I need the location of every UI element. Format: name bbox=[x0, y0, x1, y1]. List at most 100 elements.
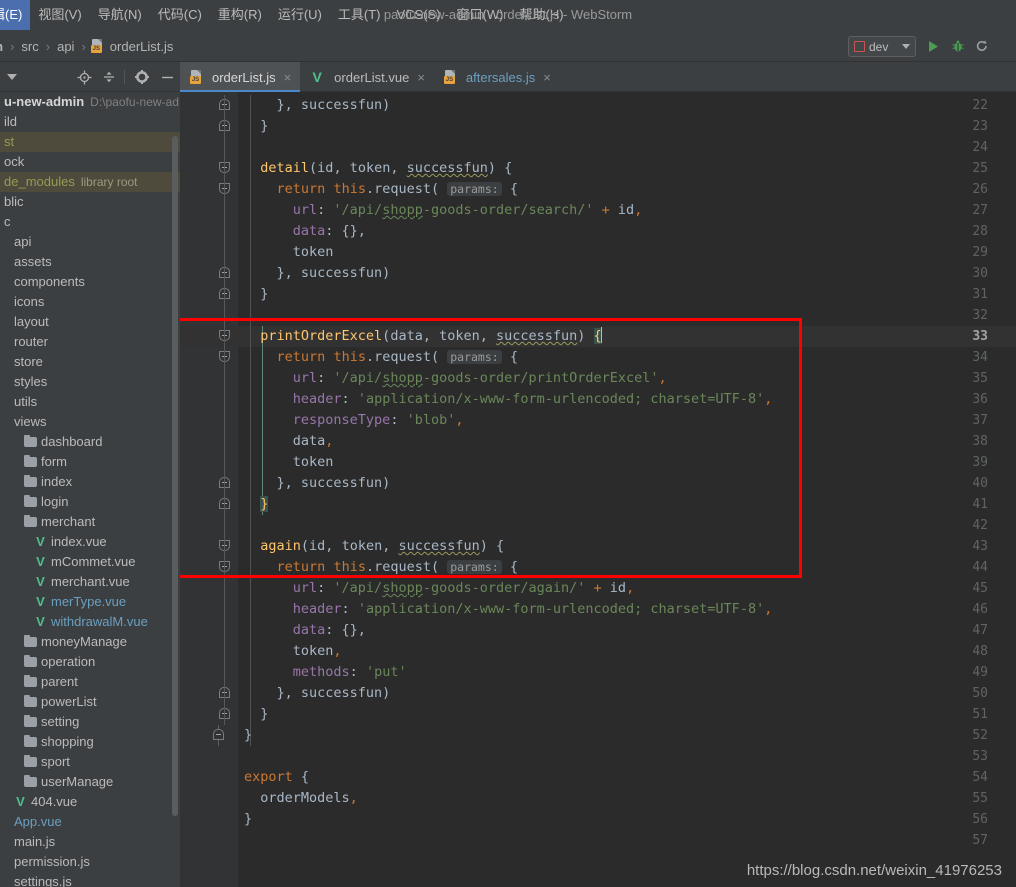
tree-item[interactable]: V 404.vue bbox=[0, 792, 180, 812]
code-line[interactable]: } bbox=[260, 494, 269, 515]
code-line[interactable]: } bbox=[244, 725, 252, 746]
tree-item[interactable]: moneyManage bbox=[0, 632, 180, 652]
code-line[interactable]: return this.request( params: { bbox=[277, 557, 518, 578]
code-line[interactable]: } bbox=[244, 809, 252, 830]
code-line[interactable]: data: {}, bbox=[293, 221, 366, 242]
tree-item[interactable]: api bbox=[0, 232, 180, 252]
code-line[interactable]: } bbox=[260, 704, 268, 725]
code-line[interactable]: } bbox=[260, 284, 268, 305]
editor-tab-orderList-js[interactable]: JS orderList.js × bbox=[180, 62, 301, 92]
tree-item[interactable]: router bbox=[0, 332, 180, 352]
code-line[interactable]: header: 'application/x-www-form-urlencod… bbox=[293, 599, 773, 620]
tree-item[interactable]: icons bbox=[0, 292, 180, 312]
code-line[interactable]: methods: 'put' bbox=[293, 662, 407, 683]
close-icon[interactable]: × bbox=[543, 71, 551, 84]
tree-item[interactable]: ild bbox=[0, 112, 180, 132]
code-fold-toggle[interactable] bbox=[218, 347, 232, 368]
tree-item[interactable]: merchant bbox=[0, 512, 180, 532]
tree-item[interactable]: permission.js bbox=[0, 852, 180, 872]
menu-item-1[interactable]: 视图(V) bbox=[30, 0, 89, 30]
code-fold-toggle[interactable] bbox=[218, 536, 232, 557]
code-line[interactable]: } bbox=[260, 116, 268, 137]
code-editor[interactable]: 22}, successfun) 23} 24 25 detail(id, token,… bbox=[180, 92, 1016, 887]
project-tree[interactable]: u-new-admin D:\paofu-new-ad ild st ock de_mod… bbox=[0, 92, 180, 887]
tree-item[interactable]: layout bbox=[0, 312, 180, 332]
run-configuration-selector[interactable]: dev bbox=[848, 36, 916, 57]
tree-item[interactable]: form bbox=[0, 452, 180, 472]
code-line[interactable]: printOrderExcel(data, token, successfun)… bbox=[260, 326, 602, 347]
menu-item-7[interactable]: VCS(S) bbox=[388, 0, 448, 30]
code-fold-toggle[interactable] bbox=[218, 473, 232, 494]
tree-item[interactable]: de_modules library root bbox=[0, 172, 180, 192]
code-line[interactable]: token, bbox=[293, 641, 342, 662]
menu-item-9[interactable]: 帮助(H) bbox=[511, 0, 571, 30]
tree-item[interactable]: assets bbox=[0, 252, 180, 272]
code-fold-toggle[interactable] bbox=[218, 704, 232, 725]
code-line[interactable]: url: '/api/shopp-goods-order/again/' + i… bbox=[293, 578, 634, 599]
tree-item[interactable]: styles bbox=[0, 372, 180, 392]
code-line[interactable]: header: 'application/x-www-form-urlencod… bbox=[293, 389, 773, 410]
tree-item[interactable]: c bbox=[0, 212, 180, 232]
debug-bug-icon[interactable] bbox=[948, 36, 968, 56]
tree-item[interactable]: store bbox=[0, 352, 180, 372]
code-fold-toggle[interactable] bbox=[218, 326, 232, 347]
tree-item[interactable]: powerList bbox=[0, 692, 180, 712]
tree-item[interactable]: utils bbox=[0, 392, 180, 412]
tree-item[interactable]: VwithdrawalM.vue bbox=[0, 612, 180, 632]
code-line[interactable]: token bbox=[293, 452, 334, 473]
code-fold-toggle[interactable] bbox=[218, 179, 232, 200]
editor-tab-orderList-vue[interactable]: VorderList.vue × bbox=[300, 62, 434, 92]
code-fold-toggle[interactable] bbox=[218, 557, 232, 578]
tree-item[interactable]: components bbox=[0, 272, 180, 292]
tree-item[interactable]: ock bbox=[0, 152, 180, 172]
sidebar-scrollbar[interactable] bbox=[172, 136, 178, 816]
code-line[interactable]: responseType: 'blob', bbox=[293, 410, 464, 431]
editor-tab-bar[interactable]: JS orderList.js × VorderList.vue × JS aftersal… bbox=[180, 62, 1016, 92]
code-fold-toggle[interactable] bbox=[218, 263, 232, 284]
collapse-all-icon[interactable] bbox=[99, 67, 119, 87]
tree-item[interactable]: VmCommet.vue bbox=[0, 552, 180, 572]
code-fold-toggle[interactable] bbox=[218, 284, 232, 305]
hide-minimize-icon[interactable] bbox=[157, 67, 177, 87]
tree-item[interactable]: Vmerchant.vue bbox=[0, 572, 180, 592]
code-line[interactable]: return this.request( params: { bbox=[277, 347, 518, 368]
code-line[interactable]: }, successfun) bbox=[277, 263, 391, 284]
tree-item[interactable]: views bbox=[0, 412, 180, 432]
tree-item[interactable]: Vindex.vue bbox=[0, 532, 180, 552]
tree-item[interactable]: login bbox=[0, 492, 180, 512]
code-line[interactable]: url: '/api/shopp-goods-order/search/' + … bbox=[293, 200, 643, 221]
rerun-icon[interactable] bbox=[972, 36, 992, 56]
code-line[interactable]: url: '/api/shopp-goods-order/printOrderE… bbox=[293, 368, 667, 389]
menu-item-2[interactable]: 导航(N) bbox=[90, 0, 150, 30]
code-fold-toggle[interactable] bbox=[218, 494, 232, 515]
code-line[interactable]: again(id, token, successfun) { bbox=[260, 536, 504, 557]
editor-tab-aftersales-js[interactable]: JS aftersales.js × bbox=[434, 62, 560, 92]
tree-item[interactable]: VmerType.vue bbox=[0, 592, 180, 612]
tree-item[interactable]: userManage bbox=[0, 772, 180, 792]
close-icon[interactable]: × bbox=[284, 71, 292, 84]
breadcrumb-item-3[interactable]: orderList.js bbox=[108, 39, 176, 54]
code-line[interactable]: }, successfun) bbox=[277, 683, 391, 704]
tree-item[interactable]: dashboard bbox=[0, 432, 180, 452]
menu-item-4[interactable]: 重构(R) bbox=[210, 0, 270, 30]
locate-target-icon[interactable] bbox=[74, 67, 94, 87]
code-line[interactable]: }, successfun) bbox=[277, 473, 391, 494]
code-fold-toggle[interactable] bbox=[218, 116, 232, 137]
collapse-arrow-icon[interactable] bbox=[2, 67, 22, 87]
tree-item[interactable]: st bbox=[0, 132, 180, 152]
code-line[interactable]: token bbox=[293, 242, 334, 263]
code-line[interactable]: orderModels, bbox=[260, 788, 358, 809]
tree-item[interactable]: main.js bbox=[0, 832, 180, 852]
tree-item[interactable]: settings.js bbox=[0, 872, 180, 887]
menu-item-8[interactable]: 窗口(W) bbox=[449, 0, 512, 30]
code-fold-toggle[interactable] bbox=[212, 725, 226, 746]
tree-item[interactable]: setting bbox=[0, 712, 180, 732]
code-fold-toggle[interactable] bbox=[218, 95, 232, 116]
code-line[interactable]: data, bbox=[293, 431, 334, 452]
tree-item[interactable]: shopping bbox=[0, 732, 180, 752]
close-icon[interactable]: × bbox=[417, 71, 425, 84]
menu-item-3[interactable]: 代码(C) bbox=[150, 0, 210, 30]
code-line[interactable]: return this.request( params: { bbox=[277, 179, 518, 200]
tree-item[interactable]: sport bbox=[0, 752, 180, 772]
code-fold-toggle[interactable] bbox=[218, 158, 232, 179]
